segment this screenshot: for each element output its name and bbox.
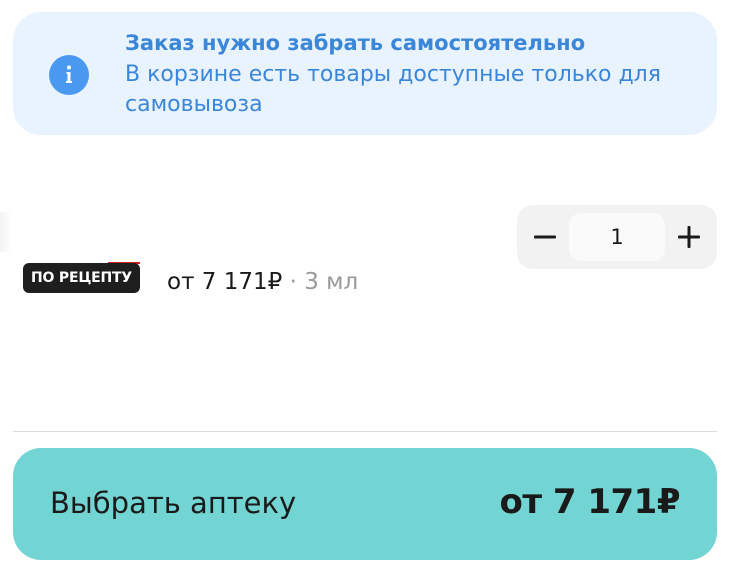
minus-icon bbox=[534, 235, 556, 239]
product-image[interactable] bbox=[0, 212, 12, 252]
cta-price: от 7 171₽ bbox=[499, 482, 680, 522]
info-icon bbox=[49, 55, 89, 95]
item-price-row: от 7 171₽ · 3 мл bbox=[167, 266, 358, 298]
prescription-badge: ПО РЕЦЕПТУ bbox=[23, 263, 140, 293]
banner-text: В корзине есть товары доступные только д… bbox=[125, 62, 661, 117]
increase-button[interactable] bbox=[661, 205, 717, 269]
cta-label: Выбрать аптеку bbox=[50, 486, 297, 520]
banner-title: Заказ нужно забрать самостоятельно bbox=[125, 31, 586, 55]
price-separator: · bbox=[289, 269, 297, 295]
choose-pharmacy-button[interactable]: Выбрать аптеку от 7 171₽ bbox=[13, 448, 717, 560]
plus-icon bbox=[678, 226, 700, 248]
quantity-value[interactable]: 1 bbox=[569, 213, 665, 261]
quantity-stepper[interactable]: 1 bbox=[517, 205, 717, 269]
divider bbox=[13, 431, 717, 432]
item-volume: 3 мл bbox=[304, 269, 359, 295]
pickup-info-banner: Заказ нужно забрать самостоятельно В кор… bbox=[13, 12, 717, 135]
item-price: от 7 171₽ bbox=[167, 269, 283, 295]
decrease-button[interactable] bbox=[517, 205, 573, 269]
